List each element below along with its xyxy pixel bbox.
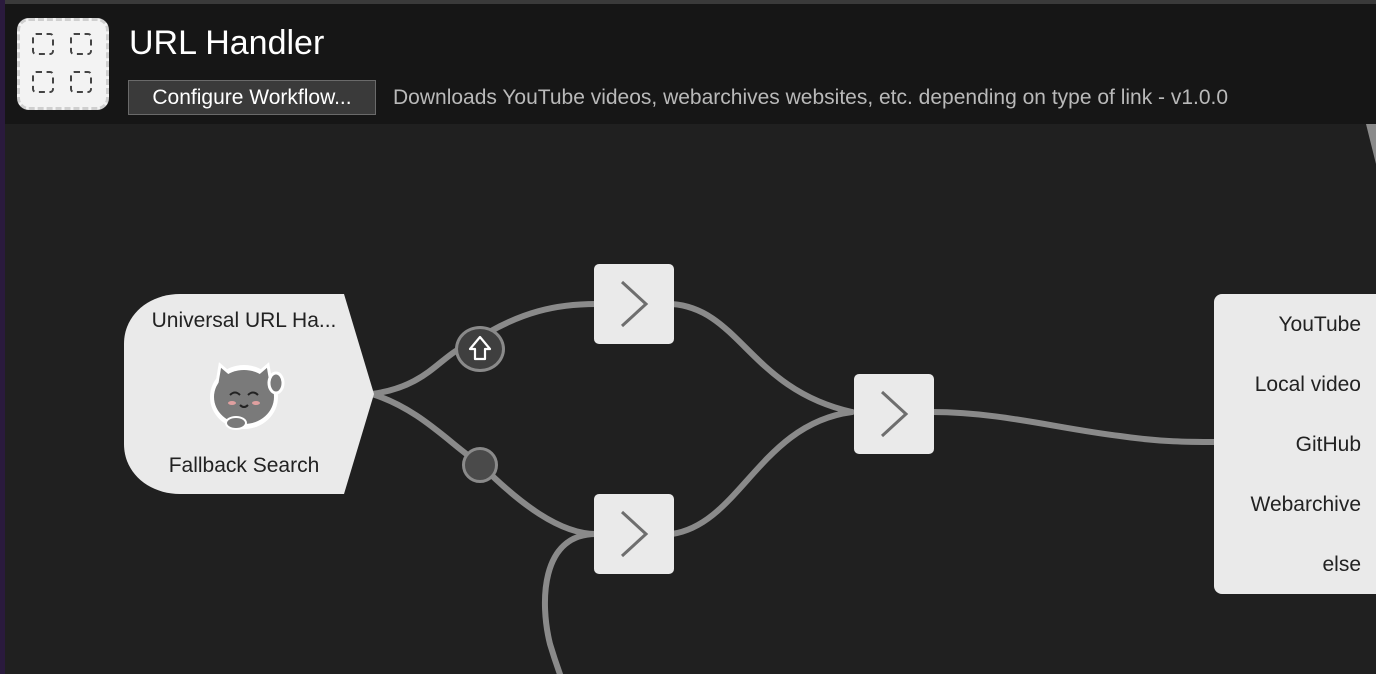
placeholder-cell-icon bbox=[32, 33, 54, 55]
shift-modifier-filter[interactable] bbox=[455, 326, 505, 372]
shift-key-icon bbox=[468, 335, 492, 361]
workflow-description: Downloads YouTube videos, webarchives we… bbox=[393, 86, 1229, 109]
workflow-icon[interactable] bbox=[17, 18, 109, 110]
placeholder-cell-icon bbox=[32, 71, 54, 93]
connection-line[interactable] bbox=[669, 409, 855, 537]
output-youtube[interactable]: YouTube bbox=[1278, 313, 1361, 337]
configure-workflow-button[interactable]: Configure Workflow... bbox=[128, 80, 376, 115]
output-webarchive[interactable]: Webarchive bbox=[1251, 493, 1362, 517]
connection-line[interactable] bbox=[929, 409, 1219, 445]
cat-waving-icon bbox=[210, 362, 285, 430]
no-modifier-filter[interactable] bbox=[462, 447, 498, 483]
connection-line[interactable] bbox=[669, 301, 855, 415]
output-github[interactable]: GitHub bbox=[1296, 433, 1361, 457]
placeholder-cell-icon bbox=[70, 33, 92, 55]
workflow-header: URL Handler Configure Workflow... Downlo… bbox=[5, 0, 1376, 124]
scroll-indicator bbox=[1366, 124, 1376, 164]
conditional-node-merge[interactable] bbox=[854, 374, 934, 454]
conditional-node-bottom[interactable] bbox=[594, 494, 674, 574]
output-local-video[interactable]: Local video bbox=[1255, 373, 1361, 397]
trigger-node[interactable]: Universal URL Ha... Fallback Search bbox=[124, 294, 374, 494]
workflow-canvas[interactable]: Universal URL Ha... Fallback Search YouT… bbox=[0, 124, 1376, 674]
chevron-right-icon bbox=[620, 510, 649, 558]
trigger-title: Universal URL Ha... bbox=[151, 309, 337, 332]
chevron-right-icon bbox=[880, 390, 909, 438]
placeholder-cell-icon bbox=[70, 71, 92, 93]
output-else[interactable]: else bbox=[1322, 553, 1361, 577]
conditional-node-top[interactable] bbox=[594, 264, 674, 344]
connection-line[interactable] bbox=[541, 531, 599, 674]
conditional-outputs-node[interactable]: YouTube Local video GitHub Webarchive el… bbox=[1214, 294, 1376, 594]
trigger-subtitle: Fallback Search bbox=[168, 454, 320, 477]
chevron-right-icon bbox=[620, 280, 649, 328]
workflow-title: URL Handler bbox=[129, 24, 325, 62]
